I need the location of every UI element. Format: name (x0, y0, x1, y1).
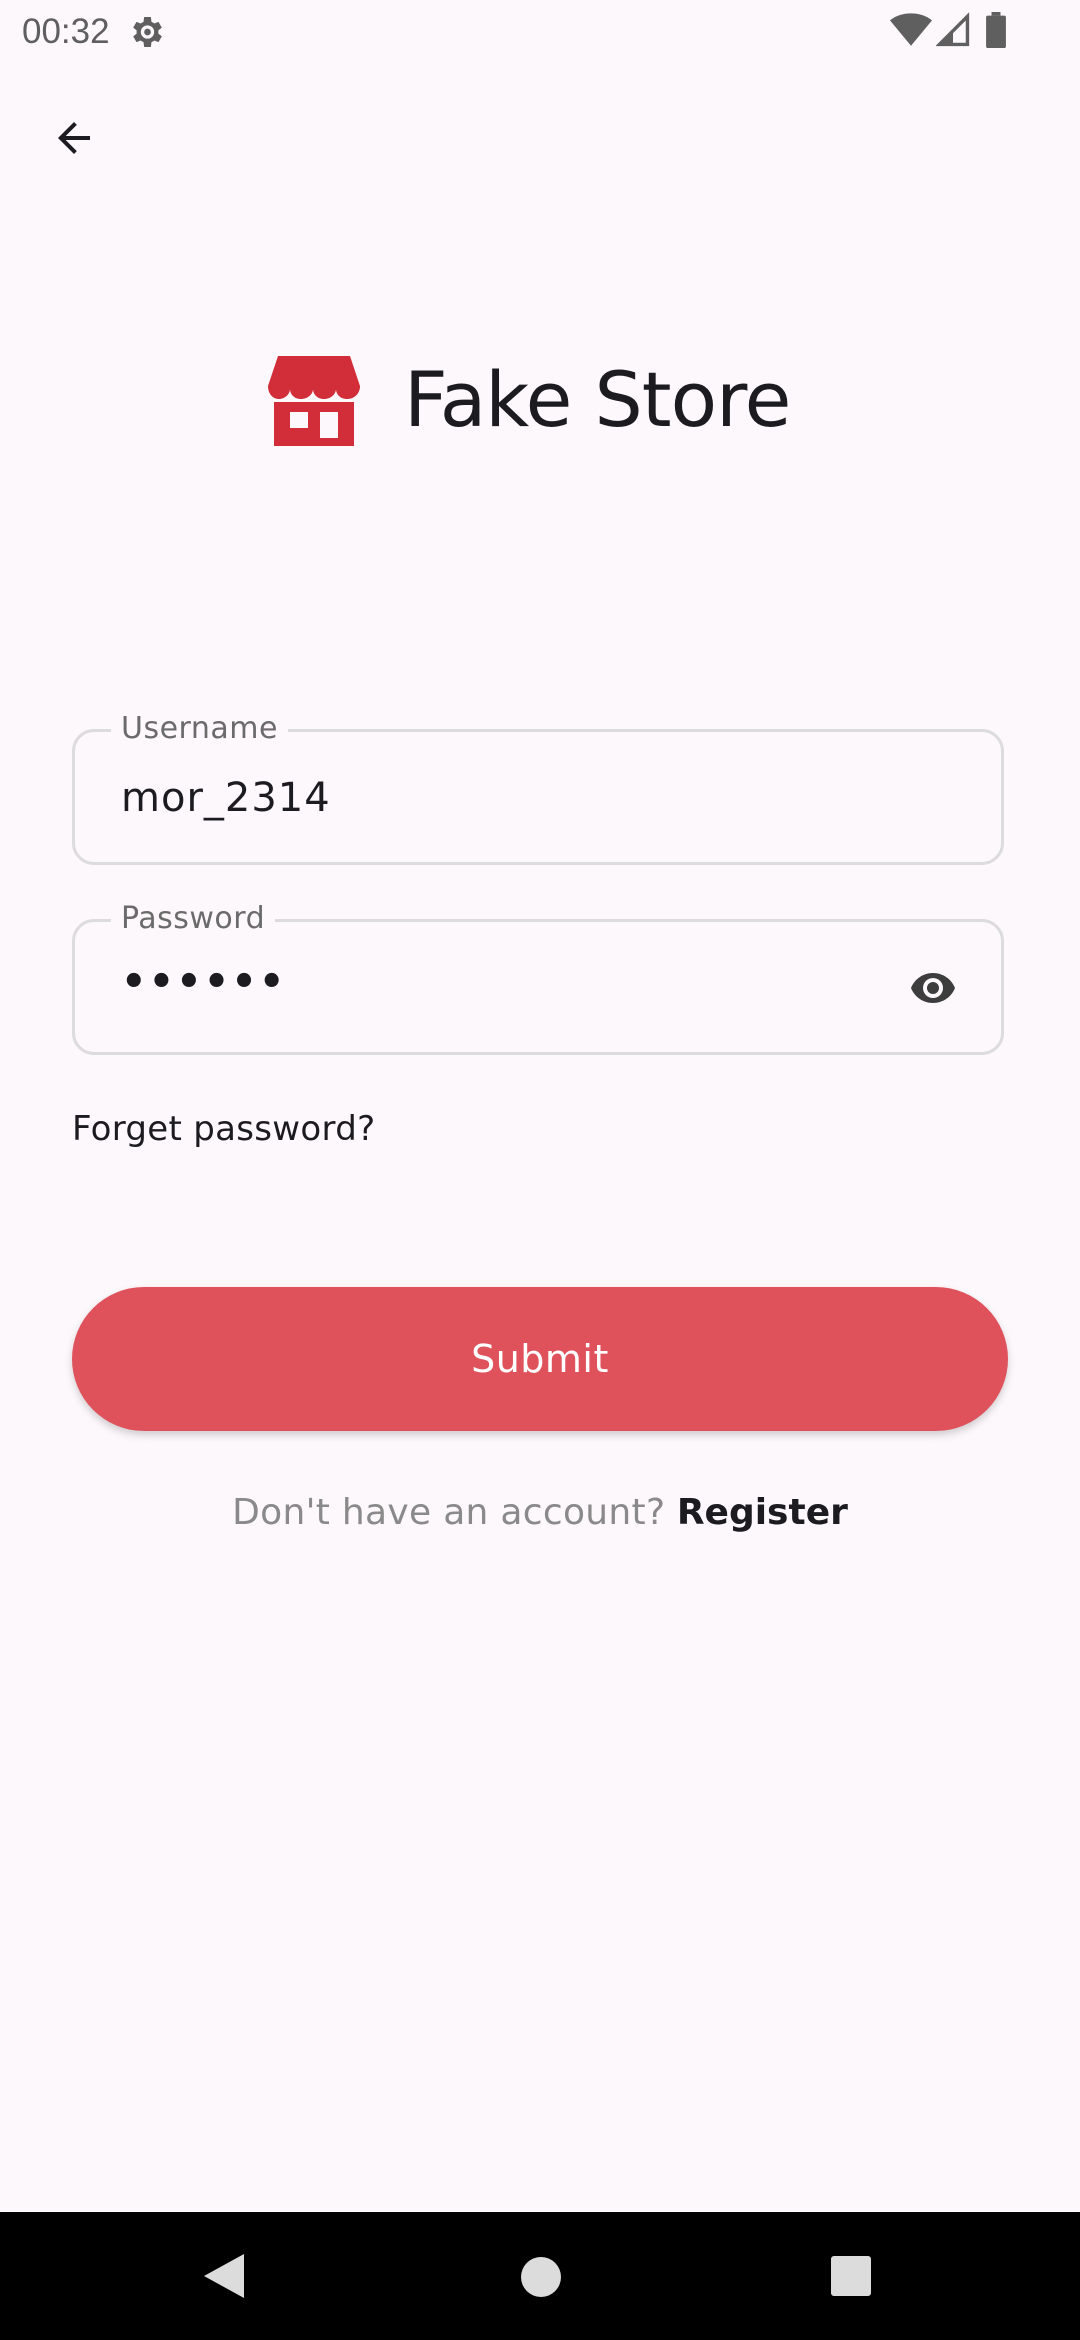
nav-home-icon[interactable] (520, 2256, 562, 2298)
wifi-icon (890, 13, 932, 46)
register-link[interactable]: Register (677, 1492, 848, 1533)
back-button[interactable] (36, 100, 112, 176)
eye-icon (911, 973, 955, 1003)
app-title: Fake Store (404, 355, 791, 444)
signal-icon (936, 12, 970, 47)
forgot-password-link[interactable]: Forget password? (72, 1105, 375, 1153)
battery-icon (986, 12, 1006, 48)
username-value[interactable]: mor_2314 (121, 774, 331, 822)
arrow-back-icon (58, 122, 90, 154)
nav-recents-icon[interactable] (831, 2256, 871, 2296)
store-icon (268, 356, 360, 446)
toggle-password-visibility-button[interactable] (905, 960, 961, 1016)
submit-label: Submit (471, 1337, 609, 1381)
register-row: Don't have an account? Register (0, 1488, 1080, 1538)
settings-gear-icon (133, 17, 162, 47)
password-field[interactable]: Password •••••• (72, 900, 1004, 1055)
status-time: 00:32 (22, 12, 110, 51)
username-field[interactable]: Username mor_2314 (72, 710, 1004, 865)
password-label: Password (111, 900, 276, 938)
nav-back-icon[interactable] (200, 2252, 246, 2300)
username-label: Username (111, 710, 288, 748)
submit-button[interactable]: Submit (72, 1287, 1008, 1431)
password-value[interactable]: •••••• (121, 958, 286, 1006)
register-prompt: Don't have an account? (232, 1492, 666, 1533)
